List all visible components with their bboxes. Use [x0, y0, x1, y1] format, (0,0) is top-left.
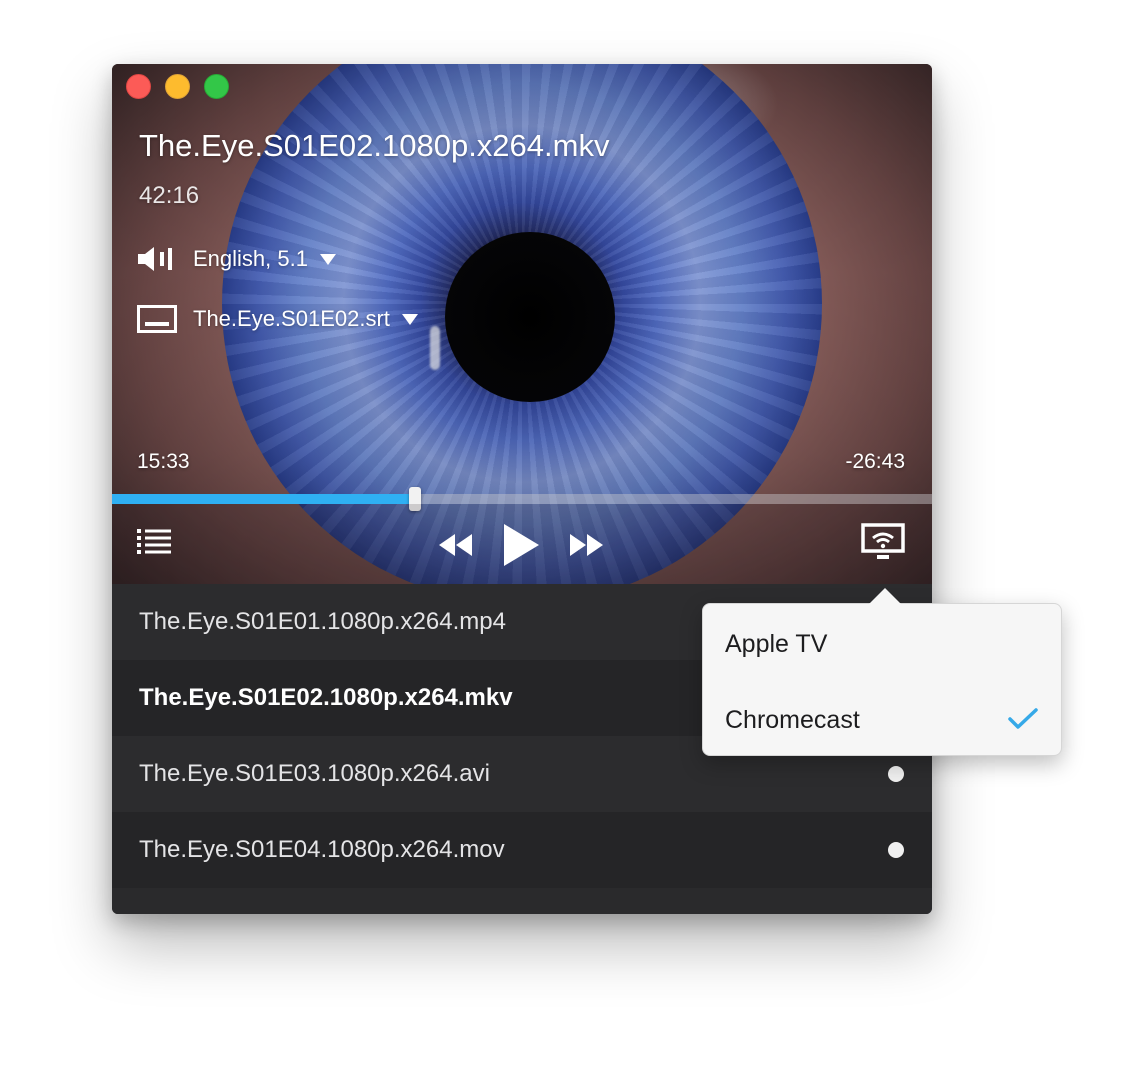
video-frame[interactable]: The.Eye.S01E02.1080p.x264.mkv 42:16 Engl… — [112, 64, 932, 584]
elapsed-time: 15:33 — [137, 450, 190, 473]
playlist-item-label: The.Eye.S01E01.1080p.x264.mp4 — [139, 608, 506, 635]
remaining-time: -26:43 — [845, 450, 905, 473]
audio-track-label: English, 5.1 — [193, 246, 308, 271]
player-window: The.Eye.S01E02.1080p.x264.mkv 42:16 Engl… — [112, 64, 932, 914]
play-icon — [504, 524, 539, 566]
audio-track-selector[interactable]: English, 5.1 — [137, 244, 336, 274]
cast-device-label: Apple TV — [725, 629, 828, 658]
window-controls — [126, 74, 229, 99]
popover-arrow — [868, 588, 902, 605]
speaker-icon — [137, 244, 177, 274]
subtitle-track-selector[interactable]: The.Eye.S01E02.srt — [137, 304, 418, 334]
close-window-button[interactable] — [126, 74, 151, 99]
rewind-icon — [439, 534, 472, 556]
cast-button[interactable] — [860, 522, 906, 562]
playlist-item-label: The.Eye.S01E04.1080p.x264.mov — [139, 836, 505, 863]
subtitles-icon — [137, 304, 177, 334]
playlist-item-label: The.Eye.S01E02.1080p.x264.mkv — [139, 684, 513, 711]
playlist-item[interactable]: The.Eye.S01E04.1080p.x264.mov — [112, 812, 932, 888]
subtitle-track-label: The.Eye.S01E02.srt — [193, 306, 390, 331]
rewind-button[interactable] — [437, 532, 475, 558]
playlist-item-label: The.Eye.S01E03.1080p.x264.avi — [139, 760, 490, 787]
audio-dropdown-caret-icon — [319, 253, 336, 265]
unwatched-dot-icon — [888, 842, 904, 858]
list-icon — [137, 529, 171, 554]
cast-device-apple-tv[interactable]: Apple TV — [703, 606, 1061, 682]
playlist-toggle-button[interactable] — [136, 526, 172, 556]
checkmark-icon — [1008, 708, 1038, 729]
play-button[interactable] — [500, 522, 542, 568]
cast-device-chromecast[interactable]: Chromecast — [703, 682, 1061, 758]
seek-bar-fill — [112, 494, 415, 504]
media-duration: 42:16 — [139, 182, 200, 209]
fast-forward-icon — [570, 534, 603, 556]
cast-device-menu: Apple TV Chromecast — [702, 588, 1062, 758]
media-title: The.Eye.S01E02.1080p.x264.mkv — [139, 128, 610, 163]
fast-forward-button[interactable] — [568, 532, 606, 558]
transport-controls — [112, 504, 932, 584]
zoom-window-button[interactable] — [204, 74, 229, 99]
minimize-window-button[interactable] — [165, 74, 190, 99]
subtitle-dropdown-caret-icon — [401, 313, 418, 325]
unwatched-dot-icon — [888, 766, 904, 782]
seek-bar[interactable] — [112, 487, 932, 511]
cast-device-label: Chromecast — [725, 705, 860, 734]
cast-icon — [861, 523, 905, 559]
